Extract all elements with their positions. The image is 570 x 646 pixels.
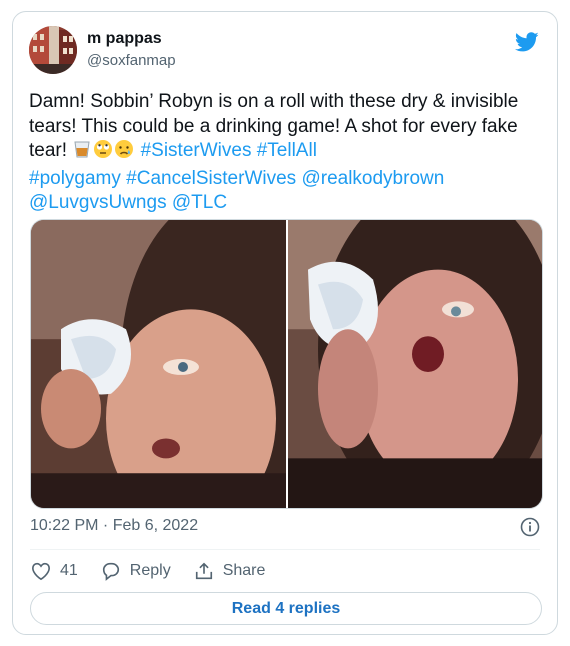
like-button[interactable]: 41 [30, 561, 78, 581]
media-image-left[interactable] [31, 220, 286, 508]
divider [30, 549, 540, 550]
hashtag-tellall-link[interactable]: #TellAll [257, 140, 317, 161]
hashtag-sisterwives-link[interactable]: #SisterWives [141, 140, 252, 161]
hashtag-cancelsisterwives-link[interactable]: #CancelSisterWives [126, 168, 296, 189]
twitter-bird-icon[interactable] [515, 30, 539, 54]
heart-icon [31, 562, 51, 581]
reply-bubble-icon [102, 562, 119, 581]
rolling-eyes-icon [93, 139, 113, 167]
share-button[interactable]: Share [193, 561, 266, 581]
read-replies-button[interactable]: Read 4 replies [30, 592, 542, 625]
tweet-text: Damn! Sobbin’ Robyn is on a roll with th… [29, 90, 541, 216]
crying-face-icon [114, 139, 134, 167]
tweet-timestamp[interactable]: 10:22 PM · Feb 6, 2022 [30, 517, 198, 535]
reply-button[interactable]: Reply [100, 561, 171, 581]
author-name[interactable]: m pappas [87, 30, 162, 48]
mention-realkodybrown-link[interactable]: @realkodybrown [301, 168, 444, 189]
share-icon [195, 562, 212, 580]
mention-tlc-link[interactable]: @TLC [172, 192, 227, 213]
media-image-right[interactable] [288, 220, 543, 508]
avatar[interactable] [29, 26, 77, 74]
tweet-card: m pappas @soxfanmap Damn! Sobbin’ Robyn … [12, 11, 558, 635]
mention-luvgvsuwngs-link[interactable]: @LuvgvsUwngs [29, 192, 167, 213]
share-label: Share [222, 562, 266, 579]
tumbler-glass-icon [72, 139, 92, 167]
hashtag-polygamy-link[interactable]: #polygamy [29, 168, 121, 189]
reply-label: Reply [129, 562, 171, 579]
like-count: 41 [60, 562, 78, 579]
author-handle[interactable]: @soxfanmap [87, 52, 176, 69]
tweet-media[interactable] [30, 219, 543, 509]
info-icon[interactable] [520, 517, 540, 537]
tweet-actions: 41 Reply Share [30, 559, 287, 583]
